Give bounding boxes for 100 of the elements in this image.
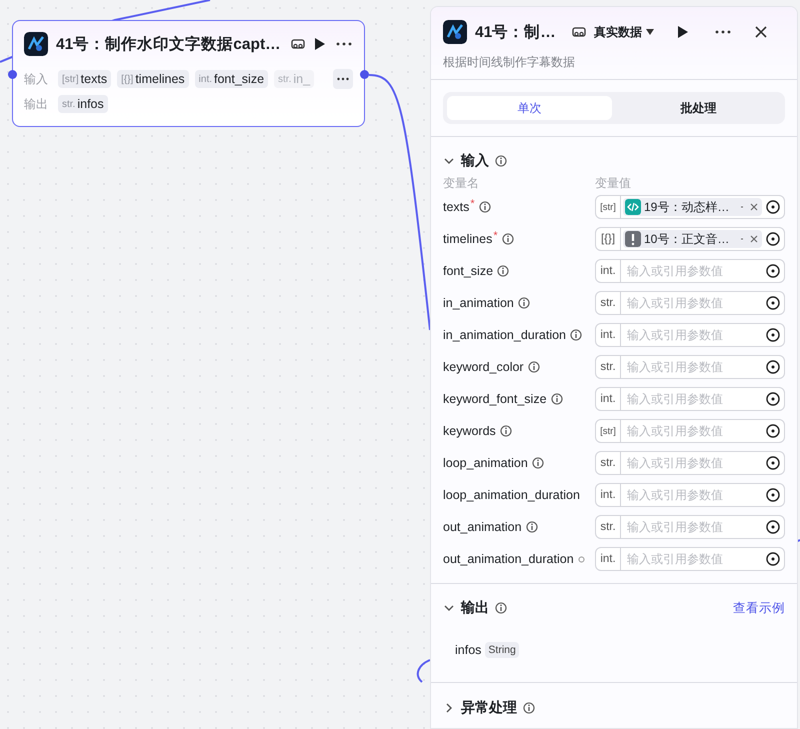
info-icon[interactable]: [478, 201, 491, 213]
node-title: 41号：制作水印文字数据capt…: [56, 34, 282, 54]
connector-line: [416, 659, 430, 683]
parameter-name: texts: [443, 200, 470, 214]
output-name: infos: [455, 643, 482, 657]
variable-tag: str. infos: [58, 95, 108, 113]
info-icon[interactable]: [570, 329, 582, 341]
code-icon: [625, 199, 641, 215]
data-mode-dropdown[interactable]: 真实数据: [594, 24, 654, 40]
type-label: int.: [596, 260, 621, 282]
panel-title: 41号：制…: [475, 22, 556, 42]
input-field[interactable]: 输入或引用参数值: [621, 552, 766, 566]
parameter-name: loop_animation_duration: [443, 488, 580, 502]
target-icon[interactable]: [766, 200, 780, 214]
target-icon[interactable]: [766, 328, 780, 342]
info-icon[interactable]: [523, 702, 535, 714]
target-icon[interactable]: [766, 264, 780, 278]
input-field[interactable]: 输入或引用参数值: [621, 296, 766, 310]
target-icon[interactable]: [766, 424, 780, 438]
logo-icon: [443, 20, 467, 44]
parameter-field[interactable]: str. 输入或引用参数值: [595, 291, 785, 315]
input-field[interactable]: 输入或引用参数值: [621, 360, 766, 374]
run-icon[interactable]: [313, 37, 327, 51]
info-icon[interactable]: [500, 425, 512, 437]
required-mark: *: [470, 198, 475, 210]
type-label: int.: [596, 388, 621, 410]
reference-tag[interactable]: 10号：正文音…: [623, 230, 762, 248]
reference-tag[interactable]: 19号：动态样…: [623, 198, 762, 216]
target-icon[interactable]: [766, 520, 780, 534]
input-field[interactable]: 输入或引用参数值: [621, 328, 766, 342]
parameter-field[interactable]: [{}] 10号：正文音…: [595, 227, 785, 251]
info-icon[interactable]: [518, 297, 530, 309]
port-dot[interactable]: [360, 70, 369, 79]
section-title: 异常处理: [461, 699, 517, 717]
type-label: [str]: [596, 196, 621, 218]
target-icon[interactable]: [766, 552, 780, 566]
input-field[interactable]: 输入或引用参数值: [621, 520, 766, 534]
info-icon[interactable]: [526, 521, 538, 533]
logo-icon: [24, 32, 48, 56]
parameter-name: timelines: [443, 232, 492, 246]
parameter-field[interactable]: int. 输入或引用参数值: [595, 323, 785, 347]
column-header: 变量值: [595, 175, 631, 191]
info-icon[interactable]: [495, 602, 507, 614]
target-icon[interactable]: [766, 232, 780, 246]
type-label: str.: [596, 356, 621, 378]
info-icon[interactable]: [497, 265, 510, 277]
parameter-name: keyword_color: [443, 360, 524, 374]
parameter-name: out_animation: [443, 520, 522, 534]
remove-icon[interactable]: [740, 235, 758, 243]
target-icon[interactable]: [766, 296, 780, 310]
type-label: [str]: [596, 420, 621, 442]
parameter-field[interactable]: [str] 输入或引用参数值: [595, 419, 785, 443]
port-dot[interactable]: [8, 70, 17, 79]
parameter-name: keywords: [443, 424, 496, 438]
parameter-field[interactable]: int. 输入或引用参数值: [595, 259, 785, 283]
column-header: 变量名: [443, 175, 480, 191]
type-label: str.: [596, 516, 621, 538]
tab[interactable]: 单次: [447, 96, 612, 120]
close-icon[interactable]: [754, 25, 768, 39]
parameter-field[interactable]: int. 输入或引用参数值: [595, 547, 785, 571]
input-field[interactable]: 输入或引用参数值: [621, 488, 766, 502]
section-title: 输入: [461, 152, 489, 170]
type-tag: String: [485, 642, 519, 658]
parameter-field[interactable]: [str] 19号：动态样…: [595, 195, 785, 219]
view-example-link[interactable]: 查看示例: [733, 600, 785, 616]
target-icon[interactable]: [766, 488, 780, 502]
parameter-name: in_animation: [443, 296, 514, 310]
parameter-name: keyword_font_size: [443, 392, 547, 406]
info-icon[interactable]: [532, 457, 544, 469]
type-label: int.: [596, 484, 621, 506]
remove-icon[interactable]: [740, 203, 758, 211]
run-icon[interactable]: [676, 25, 690, 39]
parameter-field[interactable]: int. 输入或引用参数值: [595, 483, 785, 507]
more-button[interactable]: [333, 69, 353, 89]
input-field[interactable]: 输入或引用参数值: [621, 424, 766, 438]
type-label: str.: [596, 292, 621, 314]
variable-tag: [str] texts: [58, 70, 112, 88]
info-icon[interactable]: [495, 155, 507, 167]
target-icon[interactable]: [766, 360, 780, 374]
info-icon[interactable]: [528, 361, 540, 373]
parameter-field[interactable]: str. 输入或引用参数值: [595, 515, 785, 539]
parameter-field[interactable]: str. 输入或引用参数值: [595, 355, 785, 379]
exclamation-icon: [625, 231, 641, 247]
target-icon[interactable]: [766, 392, 780, 406]
target-icon[interactable]: [766, 456, 780, 470]
parameter-field[interactable]: str. 输入或引用参数值: [595, 451, 785, 475]
tab[interactable]: 批处理: [616, 96, 781, 120]
input-field[interactable]: 输入或引用参数值: [621, 392, 766, 406]
glasses-icon[interactable]: [291, 37, 305, 51]
glasses-icon[interactable]: [572, 25, 586, 39]
parameter-field[interactable]: int. 输入或引用参数值: [595, 387, 785, 411]
type-label: [{}]: [596, 228, 621, 250]
input-field[interactable]: 输入或引用参数值: [621, 264, 766, 278]
input-field[interactable]: 输入或引用参数值: [621, 456, 766, 470]
info-icon[interactable]: [550, 393, 563, 405]
variable-tag: int. font_size: [194, 70, 268, 88]
variable-tag: str. in_: [274, 70, 314, 88]
required-mark: *: [493, 230, 498, 242]
caret-icon: [646, 29, 654, 35]
info-icon[interactable]: [502, 233, 514, 245]
